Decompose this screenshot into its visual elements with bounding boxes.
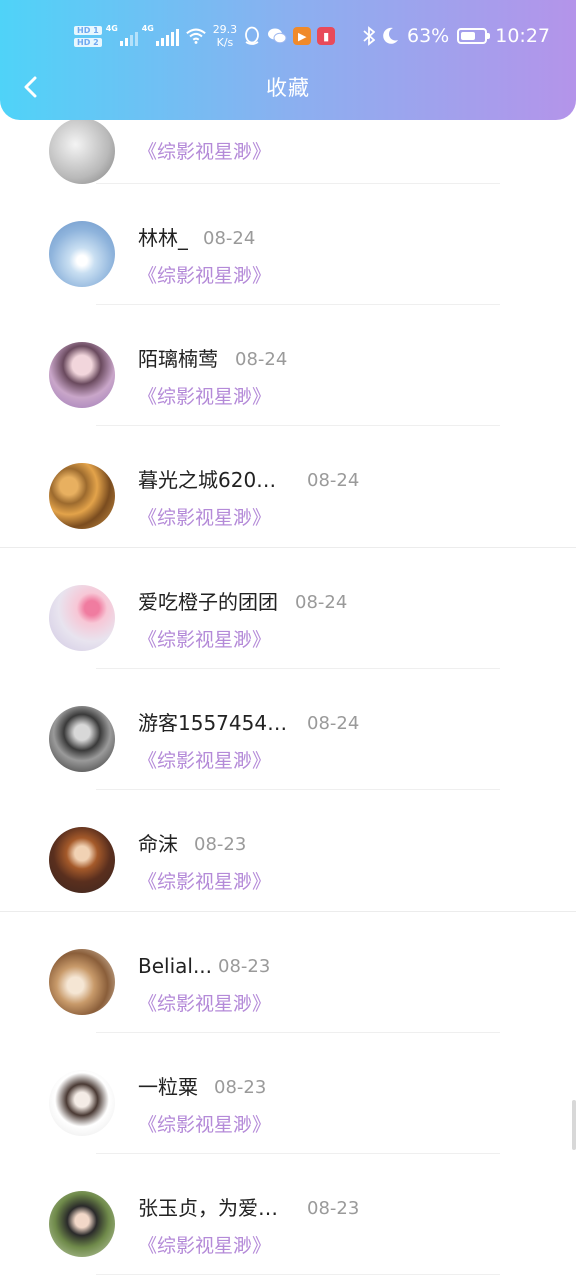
battery-icon	[457, 28, 491, 44]
list-item[interactable]: 命沫 08-23 《综影视星渺》	[0, 790, 576, 912]
avatar	[49, 827, 115, 893]
book-title-link[interactable]: 《综影视星渺》	[138, 506, 271, 530]
status-bar: HD 1 HD 2 4G 4G 29.3 K/s ▶ ▮ 63% 10:27	[0, 0, 576, 70]
signal-icon-1: 4G	[105, 24, 138, 46]
book-title-link[interactable]: 《综影视星渺》	[138, 264, 271, 288]
page-title: 收藏	[266, 76, 310, 100]
avatar	[49, 1070, 115, 1136]
list-item[interactable]: 一粒粟 08-23 《综影视星渺》	[0, 1033, 576, 1154]
book-title-link[interactable]: 《综影视星渺》	[138, 140, 271, 164]
book-title-link[interactable]: 《综影视星渺》	[138, 1113, 271, 1137]
book-title-link[interactable]: 《综影视星渺》	[138, 385, 271, 409]
wechat-icon	[268, 28, 287, 44]
date-label: 08-24	[203, 228, 256, 249]
list-item[interactable]: 陌璃楠莺 08-24 《综影视星渺》	[0, 305, 576, 426]
date-label: 08-23	[214, 1077, 267, 1098]
user-name: 张玉贞，为爱…	[138, 1196, 278, 1220]
qq-icon	[245, 26, 260, 45]
header-bar: HD 1 HD 2 4G 4G 29.3 K/s ▶ ▮ 63% 10:27 收…	[0, 0, 576, 120]
network-speed-value: 29.3	[212, 23, 238, 36]
reader-app-icon: ▮	[317, 27, 336, 45]
nav-bar: 收藏	[0, 66, 576, 110]
avatar	[49, 221, 115, 287]
date-label: 08-24	[295, 592, 348, 613]
list-item[interactable]: 林林_ 08-24 《综影视星渺》	[0, 184, 576, 305]
date-label: 08-24	[307, 470, 360, 491]
user-name: 爱吃橙子的团团	[138, 590, 278, 614]
book-title-link[interactable]: 《综影视星渺》	[138, 628, 271, 652]
user-name: 暮光之城620…	[138, 468, 277, 492]
hd1-badge: HD 1	[74, 25, 102, 35]
date-label: 08-24	[307, 713, 360, 734]
scrollbar[interactable]	[572, 1100, 576, 1150]
battery-percent: 63%	[407, 25, 450, 47]
network-speed: 29.3 K/s	[213, 23, 238, 49]
bluetooth-icon	[363, 26, 375, 46]
avatar	[49, 585, 115, 651]
list-item[interactable]: 爱吃橙子的团团 08-24 《综影视星渺》	[0, 548, 576, 669]
book-title-link[interactable]: 《综影视星渺》	[138, 992, 271, 1016]
user-name: 林林_	[138, 226, 188, 250]
user-name: 一粒粟	[138, 1075, 198, 1099]
date-label: 08-23	[218, 956, 271, 977]
list-item[interactable]: 游客1557454… 08-24 《综影视星渺》	[0, 669, 576, 790]
avatar	[49, 1191, 115, 1257]
moon-icon	[383, 27, 398, 44]
network-type-1: 4G	[105, 24, 118, 33]
network-type-2: 4G	[141, 24, 154, 33]
divider	[96, 1274, 500, 1275]
user-name: 陌璃楠莺	[138, 347, 218, 371]
network-speed-unit: K/s	[216, 36, 234, 49]
hd2-badge: HD 2	[74, 37, 102, 47]
list-item[interactable]: 暮光之城620… 08-24 《综影视星渺》	[0, 426, 576, 548]
date-label: 08-23	[307, 1198, 360, 1219]
hd-indicator: HD 1 HD 2	[74, 25, 102, 47]
date-label: 08-23	[194, 834, 247, 855]
avatar	[49, 342, 115, 408]
battery-fill	[461, 32, 476, 40]
user-name: Belial...	[138, 954, 213, 978]
avatar	[49, 463, 115, 529]
list-item[interactable]: Belial... 08-23 《综影视星渺》	[0, 912, 576, 1033]
book-title-link[interactable]: 《综影视星渺》	[138, 870, 271, 894]
signal-icon-2: 4G	[141, 24, 179, 46]
user-name: 游客1557454…	[138, 711, 288, 735]
video-app-icon: ▶	[293, 27, 312, 45]
favorites-list: 《综影视星渺》 林林_ 08-24 《综影视星渺》 陌璃楠莺 08-24 《综影…	[0, 100, 576, 1275]
book-title-link[interactable]: 《综影视星渺》	[138, 749, 271, 773]
book-title-link[interactable]: 《综影视星渺》	[138, 1234, 271, 1258]
date-label: 08-24	[235, 349, 288, 370]
list-item[interactable]: 张玉贞，为爱… 08-23 《综影视星渺》	[0, 1154, 576, 1275]
avatar	[49, 118, 115, 184]
wifi-icon	[185, 28, 206, 44]
avatar	[49, 949, 115, 1015]
user-name: 命沫	[138, 832, 178, 856]
avatar	[49, 706, 115, 772]
clock: 10:27	[495, 25, 550, 47]
